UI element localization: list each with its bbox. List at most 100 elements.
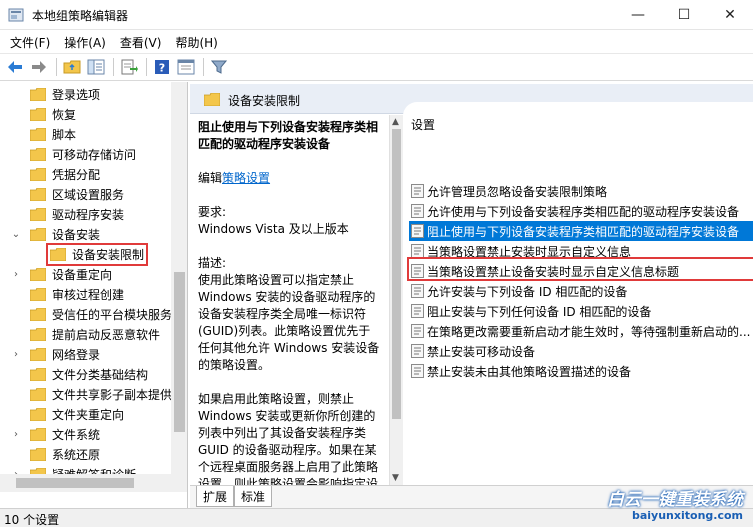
tree-item-label: 脚本 (52, 127, 77, 142)
setting-row[interactable]: 禁止安装可移动设备 (409, 341, 753, 361)
menu-view[interactable]: 查看(V) (116, 34, 172, 51)
folder-icon (29, 307, 47, 321)
tree-item[interactable]: 脚本 (0, 124, 172, 144)
tab-standard[interactable]: 标准 (234, 486, 273, 507)
toolbar-separator (203, 58, 204, 76)
tree-item[interactable]: › 网络登录 (0, 344, 172, 364)
setting-row[interactable]: 禁止安装未由其他策略设置描述的设备 (409, 361, 753, 381)
properties-icon (177, 59, 195, 75)
toolbar: ? (0, 53, 753, 81)
requirements-label: 要求: (198, 205, 227, 219)
tree-item-label: 设备重定向 (52, 267, 113, 282)
expand-arrow-icon[interactable]: › (10, 349, 22, 360)
folder-icon (29, 227, 47, 241)
setting-row[interactable]: 允许安装与下列设备 ID 相匹配的设备 (409, 281, 753, 301)
folder-icon (29, 167, 47, 181)
show-hide-tree-button[interactable] (85, 56, 107, 78)
tree-item[interactable]: 凭据分配 (0, 164, 172, 184)
setting-label: 禁止安装未由其他策略设置描述的设备 (427, 364, 632, 379)
setting-label: 在策略更改需要重新启动才能生效时，等待强制重新启动的... (427, 324, 751, 339)
filter-button[interactable] (208, 56, 230, 78)
folder-icon (29, 147, 47, 161)
setting-row[interactable]: 允许使用与下列设备安装程序类相匹配的驱动程序安装设备 (409, 201, 753, 221)
menu-file[interactable]: 文件(F) (6, 34, 60, 51)
scroll-down-icon[interactable]: ▼ (392, 473, 399, 483)
tree-item-label: 设备安装 (52, 227, 101, 242)
filter-icon (211, 60, 227, 74)
settings-column-header[interactable]: 设置 (411, 116, 435, 133)
tree-item[interactable]: 文件夹重定向 (0, 404, 172, 424)
tree-item-label: 系统还原 (52, 447, 101, 462)
title-bar: 本地组策略编辑器 — ☐ ✕ (0, 0, 753, 30)
forward-button[interactable] (28, 56, 50, 78)
toolbar-separator (146, 58, 147, 76)
tree-item[interactable]: 驱动程序安装 (0, 204, 172, 224)
scroll-thumb[interactable] (174, 272, 185, 432)
help-button[interactable]: ? (151, 56, 173, 78)
console-tree: 登录选项恢复脚本可移动存储访问 凭据分配区域设置服务驱动程序安装 ⌄ 设备安装 设备安装… (0, 82, 188, 508)
tree-item[interactable]: 文件分类基础结构 (0, 364, 172, 384)
scroll-up-icon[interactable]: ▲ (392, 117, 399, 127)
expand-arrow-icon[interactable]: › (10, 429, 22, 440)
tree-item-label: 区域设置服务 (52, 187, 125, 202)
tree-item[interactable]: 文件共享影子副本提供 (0, 384, 172, 404)
export-list-icon (121, 59, 138, 75)
setting-row[interactable]: 阻止安装与下列任何设备 ID 相匹配的设备 (409, 301, 753, 321)
policy-setting-icon (411, 344, 424, 358)
folder-icon (29, 287, 47, 301)
tree-item[interactable]: 受信任的平台模块服务 (0, 304, 172, 324)
tree-item[interactable]: 恢复 (0, 104, 172, 124)
description-scrollbar[interactable]: ▲ ▼ (390, 115, 403, 485)
scroll-thumb[interactable] (16, 478, 134, 488)
minimize-button[interactable]: — (615, 0, 661, 30)
tree-item[interactable]: › 设备重定向 (0, 264, 172, 284)
menu-action[interactable]: 操作(A) (60, 34, 116, 51)
tree-item[interactable]: 提前启动反恶意软件 (0, 324, 172, 344)
properties-button[interactable] (175, 56, 197, 78)
toolbar-separator (113, 58, 114, 76)
tree-item[interactable]: 可移动存储访问 (0, 144, 172, 164)
tree-item[interactable]: › 文件系统 (0, 424, 172, 444)
setting-row[interactable]: 阻止使用与下列设备安装程序类相匹配的驱动程序安装设备 (409, 221, 753, 241)
back-button[interactable] (4, 56, 26, 78)
status-text: 10 个设置 (4, 513, 60, 527)
folder-icon (29, 327, 47, 341)
edit-policy-line: 编辑策略设置 (198, 170, 382, 187)
tree-item[interactable]: 登录选项 (0, 84, 172, 104)
edit-prefix: 编辑 (198, 171, 223, 185)
edit-policy-link[interactable]: 策略设置 (222, 171, 270, 185)
scroll-thumb[interactable] (392, 129, 401, 419)
policy-setting-icon (411, 364, 424, 378)
policy-setting-icon (411, 184, 424, 198)
menu-help[interactable]: 帮助(H) (171, 34, 227, 51)
export-list-button[interactable] (118, 56, 140, 78)
tree-item-label: 审核过程创建 (52, 287, 125, 302)
tree-vertical-scrollbar[interactable] (171, 82, 187, 492)
policy-setting-icon (411, 204, 424, 218)
setting-label: 允许管理员忽略设备安装限制策略 (427, 184, 608, 199)
tree-item-label: 登录选项 (52, 87, 101, 102)
maximize-button[interactable]: ☐ (661, 0, 707, 30)
tree-horizontal-scrollbar[interactable] (0, 474, 171, 492)
expand-arrow-icon[interactable]: › (10, 269, 22, 280)
tree-item[interactable]: 区域设置服务 (0, 184, 172, 204)
details-pane: 设备安装限制 阻止使用与下列设备安装程序类相匹配的驱动程序安装设备 编辑策略设置… (190, 82, 753, 508)
folder-icon (29, 87, 47, 101)
collapse-arrow-icon[interactable]: ⌄ (10, 229, 22, 240)
tree-item-label: 文件系统 (52, 427, 101, 442)
group-policy-app-icon (8, 8, 24, 22)
help-icon: ? (155, 60, 169, 75)
setting-row[interactable]: 允许管理员忽略设备安装限制策略 (409, 181, 753, 201)
tab-extended[interactable]: 扩展 (196, 486, 235, 507)
up-level-button[interactable] (61, 56, 83, 78)
folder-icon (29, 367, 47, 381)
folder-icon (29, 127, 47, 141)
close-button[interactable]: ✕ (707, 0, 753, 30)
tree-item[interactable]: 审核过程创建 (0, 284, 172, 304)
tree-item[interactable]: ⌄ 设备安装 (0, 224, 172, 244)
watermark-logo: 白云一键重装系统 baiyunxitong.com (597, 485, 747, 525)
setting-row[interactable]: 在策略更改需要重新启动才能生效时，等待强制重新启动的... (409, 321, 753, 341)
folder-icon (204, 93, 220, 106)
extended-description-panel: 阻止使用与下列设备安装程序类相匹配的驱动程序安装设备 编辑策略设置 要求: Wi… (190, 115, 390, 485)
tree-item[interactable]: 系统还原 (0, 444, 172, 464)
